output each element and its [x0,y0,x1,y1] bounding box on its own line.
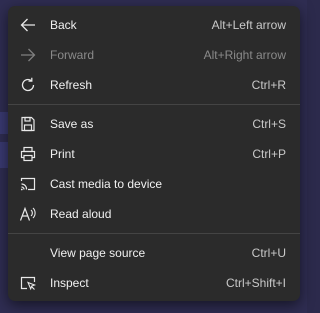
menu-item-forward[interactable]: Forward Alt+Right arrow [8,40,300,70]
menu-item-shortcut: Ctrl+R [251,78,286,92]
menu-item-shortcut: Ctrl+S [252,117,286,131]
context-menu: Back Alt+Left arrow Forward Alt+Right ar… [8,6,300,301]
arrow-right-icon [19,46,37,64]
menu-item-print[interactable]: Print Ctrl+P [8,139,300,169]
menu-item-back[interactable]: Back Alt+Left arrow [8,10,300,40]
menu-item-refresh[interactable]: Refresh Ctrl+R [8,70,300,100]
menu-item-cast-media[interactable]: Cast media to device [8,169,300,199]
menu-item-label: Back [50,18,77,32]
read-aloud-icon [19,205,37,223]
menu-item-label: Save as [50,117,94,131]
menu-item-label: Refresh [50,78,93,92]
save-icon [19,115,37,133]
printer-icon [19,145,37,163]
menu-item-read-aloud[interactable]: Read aloud [8,199,300,229]
menu-item-label: Inspect [50,276,89,290]
menu-item-label: Cast media to device [50,177,163,191]
arrow-left-icon [19,16,37,34]
menu-item-label: Read aloud [50,207,112,221]
menu-separator [8,233,300,234]
menu-item-shortcut: Alt+Right arrow [203,48,286,62]
menu-item-view-page-source[interactable]: View page source Ctrl+U [8,238,300,268]
cast-icon [19,175,37,193]
refresh-icon [19,76,37,94]
menu-item-label: Forward [50,48,95,62]
menu-item-shortcut: Ctrl+P [252,147,286,161]
menu-item-shortcut: Alt+Left arrow [211,18,286,32]
menu-item-shortcut: Ctrl+Shift+I [225,276,286,290]
menu-item-label: View page source [50,246,146,260]
menu-item-label: Print [50,147,75,161]
inspect-icon [19,274,37,292]
menu-item-shortcut: Ctrl+U [251,246,286,260]
menu-item-save-as[interactable]: Save as Ctrl+S [8,109,300,139]
menu-separator [8,104,300,105]
menu-item-inspect[interactable]: Inspect Ctrl+Shift+I [8,268,300,298]
